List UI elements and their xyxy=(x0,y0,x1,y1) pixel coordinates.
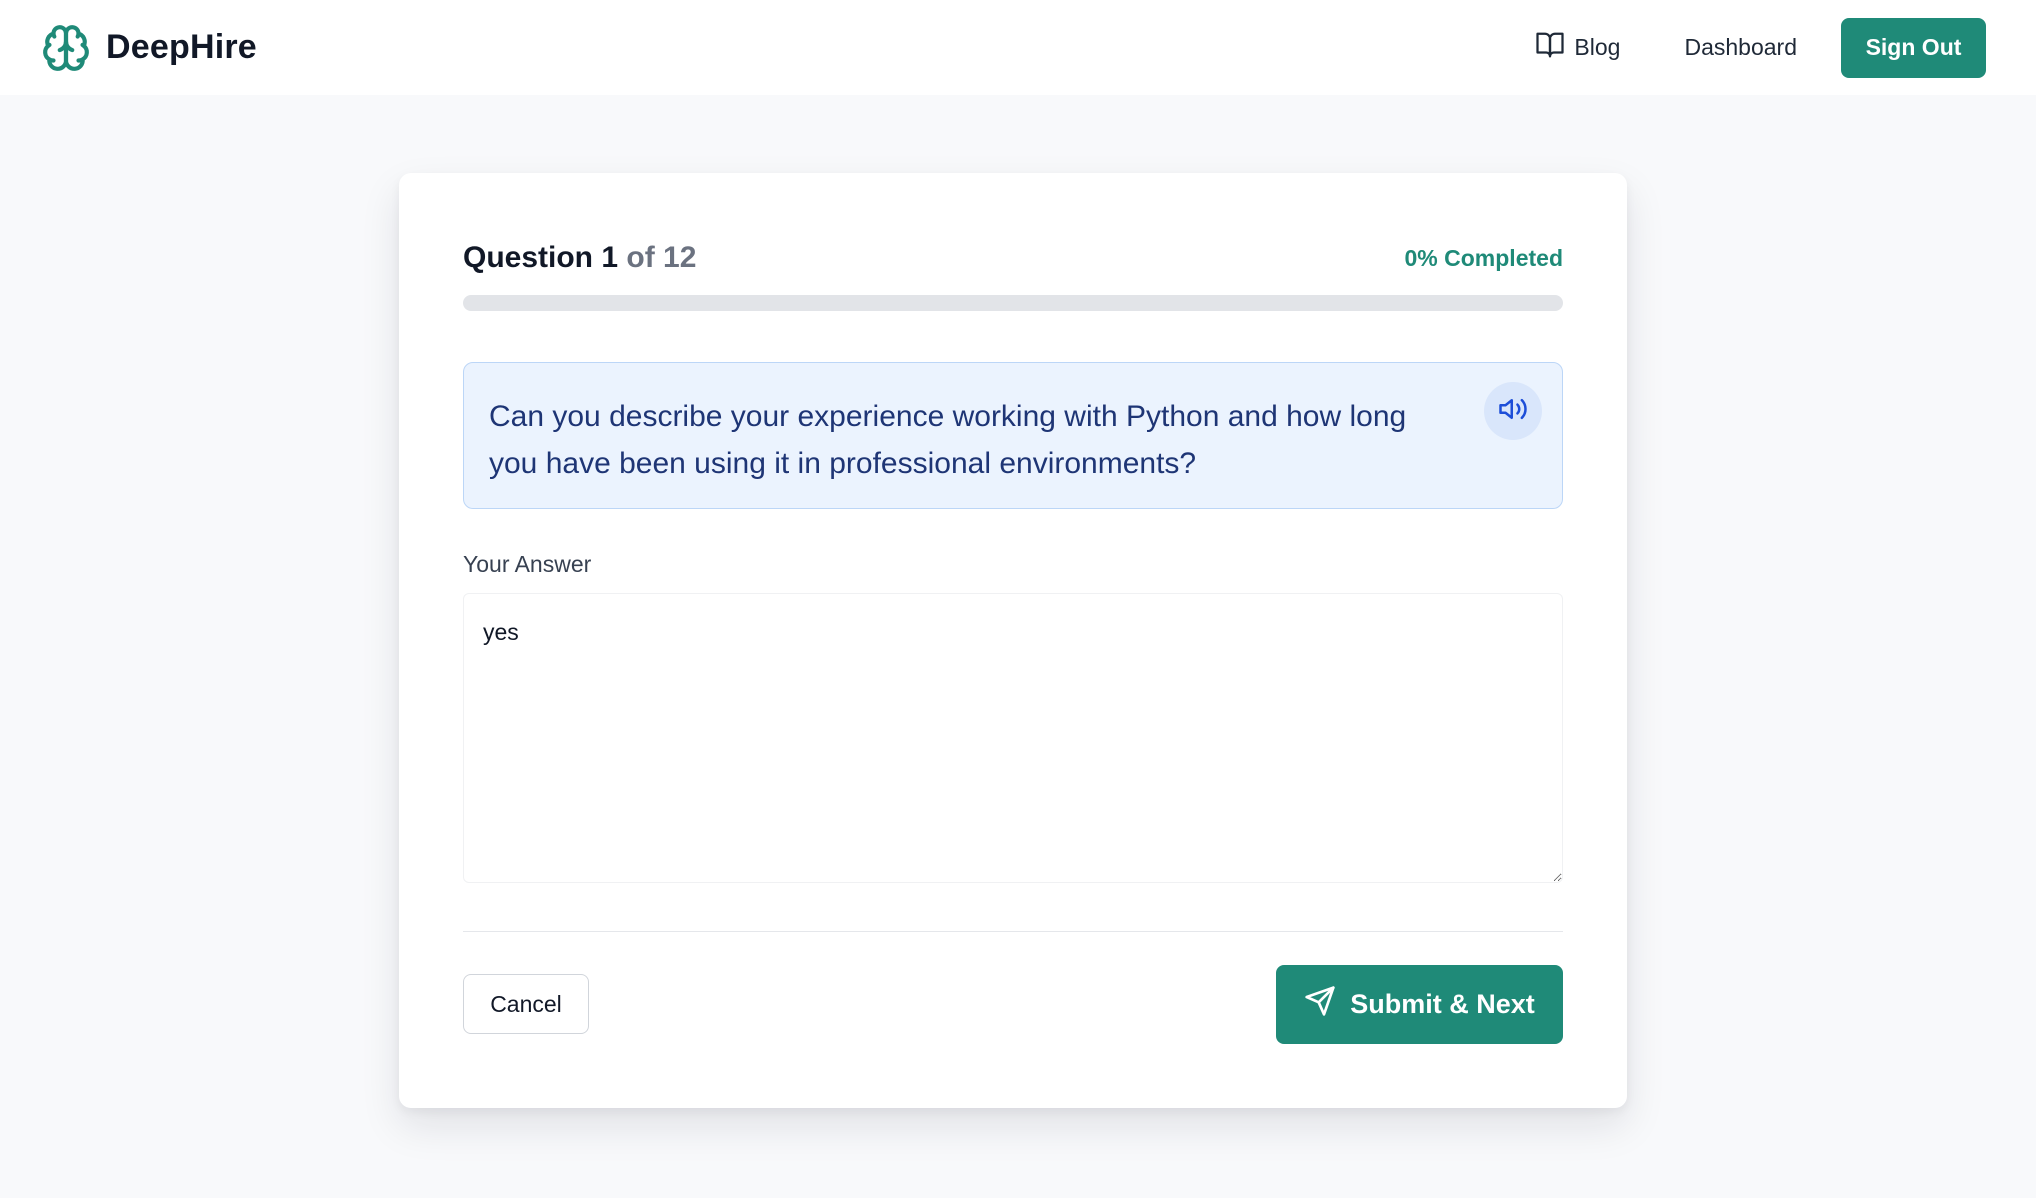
question-prefix: Question xyxy=(463,241,594,274)
progress-percentage: 0% Completed xyxy=(1404,244,1563,271)
answer-textarea[interactable]: yes xyxy=(463,593,1563,883)
divider xyxy=(463,931,1563,932)
submit-next-button[interactable]: Submit & Next xyxy=(1276,965,1563,1044)
nav-dashboard-link[interactable]: Dashboard xyxy=(1684,34,1797,61)
question-box: Can you describe your experience working… xyxy=(463,362,1563,509)
question-header: Question 1 of 12 0% Completed xyxy=(463,241,1563,275)
submit-next-label: Submit & Next xyxy=(1350,989,1535,1019)
nav-blog-link[interactable]: Blog xyxy=(1535,30,1620,66)
main-nav: Blog Dashboard Sign Out xyxy=(1535,17,1986,78)
question-total: of 12 xyxy=(626,241,697,274)
interview-card: Question 1 of 12 0% Completed Can you de… xyxy=(399,173,1627,1108)
top-navbar: DeepHire Blog Dashboard Sign Out xyxy=(0,0,2036,95)
brand[interactable]: DeepHire xyxy=(40,22,257,74)
progress-bar xyxy=(463,295,1563,311)
read-aloud-button[interactable] xyxy=(1484,382,1542,440)
nav-blog-label: Blog xyxy=(1574,34,1621,60)
sign-out-button[interactable]: Sign Out xyxy=(1841,17,1986,78)
speaker-icon xyxy=(1498,394,1528,429)
send-icon xyxy=(1304,985,1336,1024)
question-counter: Question 1 of 12 xyxy=(463,241,696,275)
book-open-icon xyxy=(1535,30,1565,66)
brand-name: DeepHire xyxy=(106,28,257,66)
cancel-button[interactable]: Cancel xyxy=(463,974,589,1034)
question-number: 1 xyxy=(601,241,619,274)
question-text: Can you describe your experience working… xyxy=(489,400,1407,480)
answer-label: Your Answer xyxy=(463,551,592,577)
brain-icon xyxy=(40,22,92,74)
